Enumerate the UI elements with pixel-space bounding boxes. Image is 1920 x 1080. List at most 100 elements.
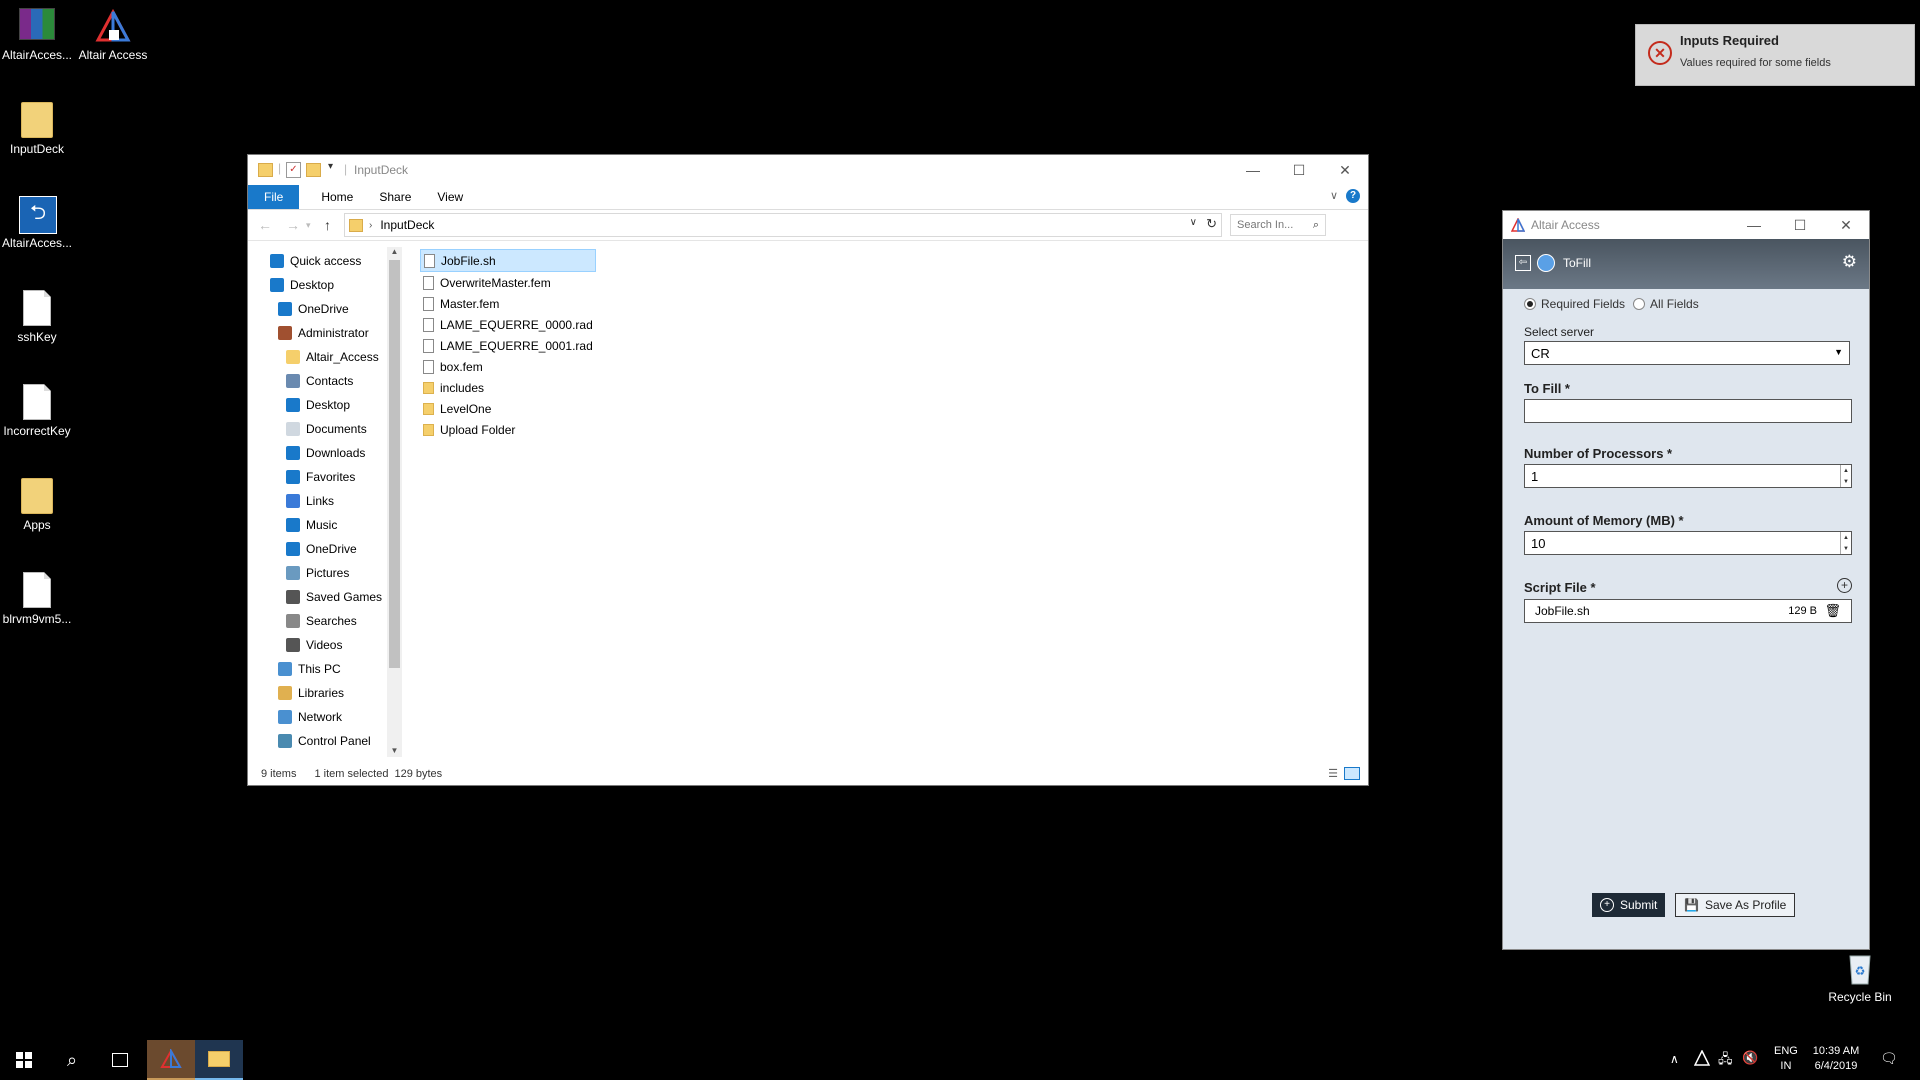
forward-arrow-icon[interactable]: → [286, 217, 306, 233]
file-item[interactable]: LAME_EQUERRE_0000.rad [420, 314, 596, 335]
nav-item[interactable]: Altair_Access [248, 345, 403, 369]
altair-titlebar[interactable]: Altair Access — ☐ ✕ [1503, 211, 1869, 239]
details-view-icon[interactable]: ☰ [1328, 767, 1338, 780]
file-item[interactable]: JobFile.sh [420, 249, 596, 272]
nav-item[interactable]: Control Panel [248, 729, 403, 753]
start-button[interactable] [0, 1040, 48, 1080]
network-icon[interactable]: 🖧 [1718, 1050, 1733, 1072]
stepper-arrows[interactable]: ▲ ▼ [1840, 532, 1851, 554]
radio-all-label[interactable]: All Fields [1650, 297, 1699, 311]
volume-muted-icon[interactable]: 🔇 [1742, 1050, 1758, 1066]
notification-toast[interactable]: ✕ Inputs Required Values required for so… [1635, 24, 1915, 86]
desktop-icon-altairaccess-archive[interactable]: AltairAcces... [0, 8, 77, 62]
tab-view[interactable]: View [427, 185, 479, 209]
stepper-arrows[interactable]: ▲ ▼ [1840, 465, 1851, 487]
file-item[interactable]: LAME_EQUERRE_0001.rad [420, 335, 596, 356]
nav-item[interactable]: Administrator [248, 321, 403, 345]
back-icon[interactable]: ⇦ [1515, 255, 1531, 271]
address-dropdown-icon[interactable]: ∨ [1190, 217, 1197, 228]
maximize-button[interactable]: ☐ [1276, 155, 1322, 185]
nav-item[interactable]: Documents [248, 417, 403, 441]
nav-scrollbar[interactable]: ▲ ▼ [387, 247, 402, 757]
recent-locations-icon[interactable]: ▾ [306, 220, 320, 231]
nav-item[interactable]: Desktop [248, 393, 403, 417]
nav-item[interactable]: Saved Games [248, 585, 403, 609]
minimize-button[interactable]: — [1731, 211, 1777, 239]
search-icon[interactable]: ⌕ [48, 1040, 96, 1080]
desktop-icon-sshkey[interactable]: sshKey [0, 290, 77, 344]
file-item[interactable]: Upload Folder [420, 419, 596, 440]
desktop-icon-inputdeck[interactable]: InputDeck [0, 102, 77, 156]
close-button[interactable]: ✕ [1823, 211, 1869, 239]
nav-item[interactable]: Network [248, 705, 403, 729]
nav-item[interactable]: Videos [248, 633, 403, 657]
file-item[interactable]: OverwriteMaster.fem [420, 272, 596, 293]
tab-file[interactable]: File [248, 185, 300, 209]
desktop-icon-recycle-bin[interactable]: ♻ Recycle Bin [1820, 950, 1900, 1004]
desktop-icon-apps[interactable]: Apps [0, 478, 77, 532]
tab-share[interactable]: Share [369, 185, 427, 209]
nav-item[interactable]: Pictures [248, 561, 403, 585]
address-bar[interactable]: › InputDeck ∨ ↻ [344, 213, 1222, 237]
desktop-icon-incorrectkey[interactable]: IncorrectKey [0, 384, 77, 438]
nav-item[interactable]: OneDrive [248, 297, 403, 321]
up-arrow-icon[interactable]: ↑ [324, 217, 344, 233]
clock[interactable]: 10:39 AM 6/4/2019 [1806, 1044, 1866, 1074]
server-select[interactable]: CR ▼ [1524, 341, 1850, 365]
nav-item[interactable]: Contacts [248, 369, 403, 393]
explorer-titlebar[interactable]: | ✓ ▾ | InputDeck — ☐ ✕ [248, 155, 1368, 185]
nav-item[interactable]: Favorites [248, 465, 403, 489]
breadcrumb[interactable]: InputDeck [380, 218, 434, 232]
help-icon[interactable]: ? [1346, 189, 1360, 203]
task-view-icon[interactable] [96, 1040, 144, 1080]
desktop-icon-altair-access[interactable]: Altair Access [73, 8, 153, 62]
radio-required-label[interactable]: Required Fields [1541, 297, 1625, 311]
language-indicator[interactable]: ENG IN [1774, 1044, 1798, 1074]
nav-item[interactable]: OneDrive [248, 537, 403, 561]
large-icons-view-icon[interactable] [1344, 767, 1360, 780]
desktop-icon-altairaccess-installer[interactable]: ⮌ AltairAcces... [0, 196, 77, 250]
nav-item[interactable]: Desktop [248, 273, 403, 297]
processors-stepper[interactable]: 1 ▲ ▼ [1524, 464, 1852, 488]
gear-icon[interactable]: ⚙ [1842, 252, 1857, 272]
expand-ribbon-icon[interactable]: ∨ [1330, 189, 1338, 202]
file-item[interactable]: includes [420, 377, 596, 398]
minimize-button[interactable]: — [1230, 155, 1276, 185]
nav-item[interactable]: Music [248, 513, 403, 537]
file-item[interactable]: Master.fem [420, 293, 596, 314]
nav-item[interactable]: Links [248, 489, 403, 513]
submit-button[interactable]: + Submit [1592, 893, 1666, 917]
script-file-row[interactable]: JobFile.sh 129 B 🗑 [1524, 599, 1852, 623]
action-center-icon[interactable]: 🗨 [1880, 1050, 1898, 1067]
altair-tray-icon[interactable] [1693, 1049, 1711, 1069]
tab-home[interactable]: Home [299, 185, 369, 209]
file-item[interactable]: LevelOne [420, 398, 596, 419]
trash-icon[interactable]: 🗑 [1824, 603, 1841, 619]
customize-quick-access-icon[interactable]: ▾ [328, 161, 333, 172]
new-folder-icon[interactable] [306, 163, 321, 177]
tofill-input[interactable] [1524, 399, 1852, 423]
taskbar-file-explorer[interactable] [195, 1040, 243, 1080]
scroll-down-icon[interactable]: ▼ [387, 746, 402, 755]
refresh-icon[interactable]: ↻ [1206, 216, 1217, 232]
maximize-button[interactable]: ☐ [1777, 211, 1823, 239]
file-item[interactable]: box.fem [420, 356, 596, 377]
desktop-icon-blrvm[interactable]: blrvm9vm5... [0, 572, 77, 626]
nav-item[interactable]: Downloads [248, 441, 403, 465]
memory-stepper[interactable]: 10 ▲ ▼ [1524, 531, 1852, 555]
nav-item[interactable]: This PC [248, 657, 403, 681]
radio-all-fields[interactable] [1633, 298, 1646, 310]
scroll-up-icon[interactable]: ▲ [387, 247, 402, 256]
close-button[interactable]: ✕ [1322, 155, 1368, 185]
nav-item[interactable]: Libraries [248, 681, 403, 705]
scrollbar-thumb[interactable] [389, 260, 400, 668]
back-arrow-icon[interactable]: ← [258, 217, 278, 233]
nav-item[interactable]: Quick access [248, 249, 403, 273]
taskbar-altair-access[interactable] [147, 1040, 195, 1080]
show-hidden-icons[interactable]: ∧ [1670, 1052, 1679, 1066]
search-box[interactable]: Search In... ⌕ [1230, 214, 1326, 236]
nav-item[interactable]: Searches [248, 609, 403, 633]
save-as-profile-button[interactable]: 💾 Save As Profile [1675, 893, 1796, 917]
radio-required-fields[interactable] [1524, 298, 1536, 310]
add-file-icon[interactable]: + [1837, 578, 1852, 593]
